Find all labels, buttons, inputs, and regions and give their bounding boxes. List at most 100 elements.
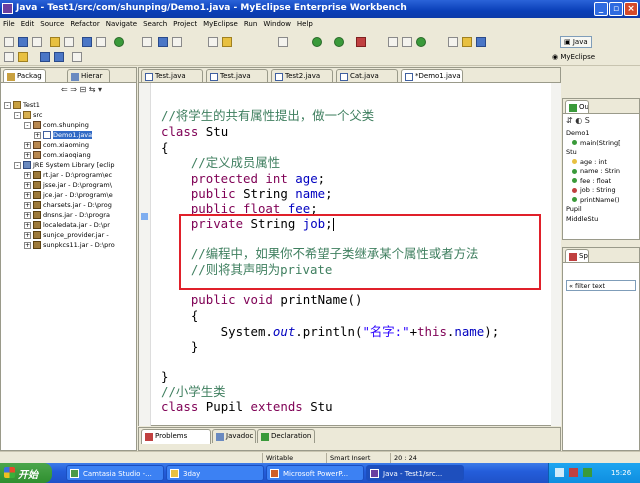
- code-line[interactable]: public String name;: [161, 186, 333, 201]
- tree-item[interactable]: + Demo1.java: [34, 130, 93, 140]
- print-icon[interactable]: [32, 37, 42, 47]
- maximize-button[interactable]: ▫: [609, 2, 623, 16]
- tab-javadoc[interactable]: Javadoc: [212, 429, 256, 443]
- code-line[interactable]: //将学生的共有属性提出，做一个父类: [161, 108, 374, 123]
- tree-item[interactable]: - com.shunping: [24, 120, 89, 130]
- link-editor-icon[interactable]: ⇆: [89, 85, 96, 94]
- last-edit-icon[interactable]: [18, 52, 28, 62]
- menu-file[interactable]: File: [0, 18, 18, 28]
- expand-icon[interactable]: +: [24, 151, 31, 159]
- db-icon[interactable]: [172, 37, 182, 47]
- taskbar-item-folder[interactable]: 3day: [166, 465, 264, 481]
- clock[interactable]: 15:26: [611, 469, 631, 477]
- hide-fields-icon[interactable]: ◐: [575, 116, 582, 125]
- forward-arrow-icon[interactable]: ⇒: [70, 85, 77, 94]
- editor-tab[interactable]: Test.java: [206, 69, 268, 82]
- outline-item[interactable]: age : int: [572, 158, 640, 167]
- tab-outline[interactable]: Ou: [565, 100, 589, 113]
- menu-help[interactable]: Help: [294, 18, 316, 28]
- tree-item[interactable]: + com.xiaoming: [24, 140, 89, 150]
- new-wizard-icon[interactable]: [278, 37, 288, 47]
- run-icon[interactable]: [334, 37, 344, 47]
- run-server-icon[interactable]: [114, 37, 124, 47]
- network-icon[interactable]: [555, 468, 564, 477]
- code-line[interactable]: System.out.println("名字:"+this.name);: [161, 324, 499, 339]
- new-icon[interactable]: [4, 37, 14, 47]
- back-icon[interactable]: [4, 52, 14, 62]
- xml-icon[interactable]: [222, 37, 232, 47]
- next-annotation-icon[interactable]: [476, 37, 486, 47]
- new-web-project-icon[interactable]: [142, 37, 152, 47]
- code-line[interactable]: }: [161, 369, 168, 384]
- back-arrow-icon[interactable]: ⇐: [61, 85, 68, 94]
- open-type-icon[interactable]: [50, 37, 60, 47]
- save-icon[interactable]: [18, 37, 28, 47]
- collapse-icon[interactable]: -: [14, 111, 21, 119]
- menu-project[interactable]: Project: [170, 18, 200, 28]
- expand-icon[interactable]: +: [24, 231, 31, 239]
- tab-declaration[interactable]: Declaration: [257, 429, 315, 443]
- tree-item[interactable]: + jce.jar - D:\program\e: [24, 190, 113, 200]
- tab-hierarchy[interactable]: Hierar: [67, 69, 110, 82]
- code-line[interactable]: public void printName(): [161, 292, 363, 307]
- code-line[interactable]: }: [161, 339, 198, 354]
- outline-item[interactable]: Demo1: [566, 129, 636, 138]
- collapse-icon[interactable]: -: [4, 101, 11, 109]
- taskbar-item-myeclipse[interactable]: Java - Test1/src...: [366, 465, 464, 481]
- menu-navigate[interactable]: Navigate: [103, 18, 140, 28]
- code-line[interactable]: class Stu: [161, 124, 228, 139]
- new-java-project-icon[interactable]: [388, 37, 398, 47]
- server-icon[interactable]: [96, 37, 106, 47]
- prev-icon[interactable]: [40, 52, 50, 62]
- tree-item[interactable]: + sunpkcs11.jar - D:\pro: [24, 240, 115, 250]
- minimize-button[interactable]: _: [594, 2, 608, 16]
- tree-item[interactable]: + jsse.jar - D:\program\: [24, 180, 112, 190]
- editor-tab[interactable]: Cat.java: [336, 69, 398, 82]
- outline-item[interactable]: main(String[: [572, 139, 640, 148]
- code-line[interactable]: //定义成员属性: [161, 155, 280, 170]
- menu-search[interactable]: Search: [140, 18, 170, 28]
- tree-item[interactable]: - src: [14, 110, 43, 120]
- collapse-icon[interactable]: -: [24, 121, 31, 129]
- tree-item[interactable]: - Test1: [4, 100, 40, 110]
- expand-icon[interactable]: +: [24, 221, 31, 229]
- tree-item[interactable]: + sunjce_provider.jar -: [24, 230, 109, 240]
- editor-tab[interactable]: Test.java: [141, 69, 203, 82]
- search-icon[interactable]: [64, 37, 74, 47]
- editor-tab[interactable]: *Demo1.java: [401, 69, 463, 82]
- perspective-java[interactable]: ▣ Java: [560, 36, 592, 48]
- tree-item[interactable]: + rt.jar - D:\program\ec: [24, 170, 112, 180]
- menu-window[interactable]: Window: [260, 18, 294, 28]
- browser-icon[interactable]: [158, 37, 168, 47]
- start-button[interactable]: 开始: [0, 463, 52, 483]
- tree-item[interactable]: + com.xiaoqiang: [24, 150, 91, 160]
- view-menu-icon[interactable]: ▾: [98, 85, 102, 94]
- menu-refactor[interactable]: Refactor: [67, 18, 102, 28]
- new-class-icon[interactable]: [416, 37, 426, 47]
- menu-edit[interactable]: Edit: [18, 18, 38, 28]
- tree-item[interactable]: + dnsns.jar - D:\progra: [24, 210, 110, 220]
- tab-snippets[interactable]: Sp: [565, 249, 589, 262]
- expand-icon[interactable]: +: [24, 241, 31, 249]
- close-button[interactable]: ×: [624, 2, 638, 16]
- perspective-myeclipse[interactable]: ◉ MyEclipse: [548, 51, 599, 63]
- tray-security-icon[interactable]: [583, 468, 592, 477]
- tree-item[interactable]: - JRE System Library [eclip: [14, 160, 115, 170]
- outline-item[interactable]: job : String: [572, 186, 640, 195]
- code-line[interactable]: {: [161, 308, 198, 323]
- outline-item[interactable]: name : Strin: [572, 167, 640, 176]
- new-package-icon[interactable]: [402, 37, 412, 47]
- code-line[interactable]: //小学生类: [161, 384, 225, 399]
- outline-item[interactable]: printName(): [572, 196, 640, 205]
- taskbar-item-powerpoint[interactable]: Microsoft PowerP...: [266, 465, 364, 481]
- snippet-filter-input[interactable]: « filter text: [566, 280, 636, 291]
- editor-tab[interactable]: Test2.java: [271, 69, 333, 82]
- edit-icon[interactable]: [462, 37, 472, 47]
- expand-icon[interactable]: +: [24, 211, 31, 219]
- expand-icon[interactable]: +: [24, 191, 31, 199]
- outline-item[interactable]: Pupil: [566, 205, 636, 214]
- open-folder-icon[interactable]: [448, 37, 458, 47]
- forward-icon[interactable]: [54, 52, 64, 62]
- outline-item[interactable]: MiddleStu: [566, 215, 636, 224]
- menu-run[interactable]: Run: [241, 18, 260, 28]
